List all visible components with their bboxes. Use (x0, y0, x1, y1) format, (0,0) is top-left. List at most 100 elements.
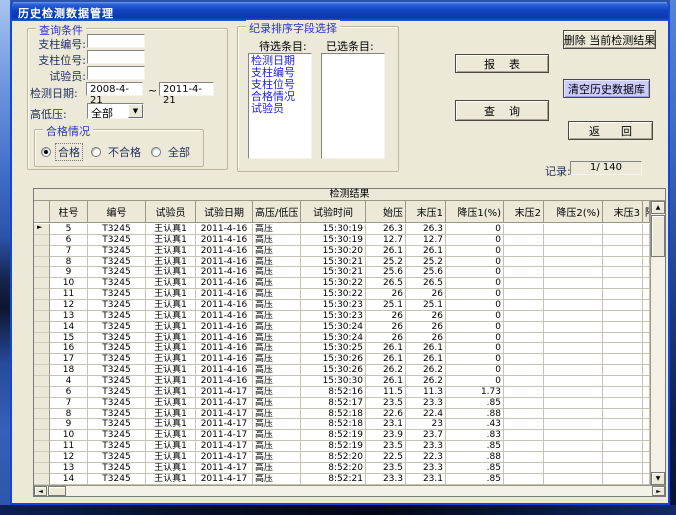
cell[interactable]: 2011-4-17 (196, 398, 253, 409)
cell[interactable] (603, 452, 643, 463)
scroll-left-arrow-icon[interactable]: ◄ (34, 486, 47, 496)
cell[interactable]: T3245 (88, 387, 146, 398)
cell[interactable]: .43 (446, 419, 504, 430)
cell[interactable]: 2011-4-17 (196, 419, 253, 430)
cell[interactable]: 高压 (253, 441, 301, 452)
report-button[interactable]: 报 表 (455, 54, 549, 73)
cell[interactable]: T3245 (88, 311, 146, 322)
cell[interactable]: .85 (446, 463, 504, 474)
cell[interactable]: 8:52:20 (301, 463, 366, 474)
row-selector[interactable] (34, 387, 50, 398)
cell[interactable]: 26 (406, 311, 446, 322)
radio-all[interactable]: 全部 (151, 143, 193, 161)
available-items-listbox[interactable]: 检测日期 支柱编号 支柱位号 合格情况 试验员 (248, 53, 312, 159)
radio-unqualified[interactable]: 不合格 (91, 143, 144, 161)
cell[interactable]: 26.1 (366, 376, 406, 387)
cell[interactable]: 0 (446, 311, 504, 322)
cell[interactable]: 0 (446, 235, 504, 246)
cell[interactable]: 15:30:19 (301, 235, 366, 246)
cell[interactable]: 7 (50, 246, 88, 257)
date-to-input[interactable]: 2011-4-21 (159, 82, 214, 96)
cell[interactable]: 王认真1 (146, 376, 196, 387)
cell[interactable]: 王认真1 (146, 235, 196, 246)
cell[interactable]: 23.3 (406, 463, 446, 474)
cell[interactable]: T3245 (88, 474, 146, 485)
cell[interactable]: 26.1 (366, 343, 406, 354)
cell[interactable]: 2011-4-17 (196, 441, 253, 452)
cell[interactable]: 0 (446, 333, 504, 344)
cell[interactable] (504, 257, 544, 268)
cell[interactable] (603, 409, 643, 420)
row-selector[interactable] (34, 343, 50, 354)
table-row[interactable]: 11T3245王认真12011-4-17高压8:52:1923.523.3.85 (34, 441, 650, 452)
cell[interactable] (643, 365, 650, 376)
cell[interactable]: 2011-4-17 (196, 452, 253, 463)
scroll-up-arrow-icon[interactable]: ▲ (651, 201, 665, 214)
cell[interactable]: 23 (406, 419, 446, 430)
cell[interactable] (504, 289, 544, 300)
cell[interactable]: 6 (50, 387, 88, 398)
cell[interactable]: .83 (446, 430, 504, 441)
cell[interactable] (603, 246, 643, 257)
cell[interactable]: 高压 (253, 289, 301, 300)
cell[interactable]: 14 (50, 322, 88, 333)
cell[interactable] (504, 278, 544, 289)
row-selector[interactable] (34, 354, 50, 365)
radio-qualified[interactable]: 合格 (41, 143, 83, 161)
row-selector[interactable] (34, 246, 50, 257)
cell[interactable]: T3245 (88, 419, 146, 430)
cell[interactable]: 25.2 (366, 257, 406, 268)
table-row[interactable]: 6T3245王认真12011-4-16高压15:30:1912.712.70 (34, 235, 650, 246)
cell[interactable] (603, 322, 643, 333)
cell[interactable]: 高压 (253, 474, 301, 485)
cell[interactable]: 王认真1 (146, 257, 196, 268)
cell[interactable]: 16 (50, 343, 88, 354)
cell[interactable]: 22.5 (366, 452, 406, 463)
cell[interactable]: 2011-4-17 (196, 409, 253, 420)
cell[interactable]: 2011-4-16 (196, 300, 253, 311)
cell[interactable] (603, 300, 643, 311)
cell[interactable] (643, 387, 650, 398)
cell[interactable]: .88 (446, 452, 504, 463)
cell[interactable]: 2011-4-16 (196, 365, 253, 376)
cell[interactable]: T3245 (88, 354, 146, 365)
row-selector[interactable] (34, 267, 50, 278)
cell[interactable] (504, 311, 544, 322)
cell[interactable]: 8:52:19 (301, 441, 366, 452)
table-row[interactable]: 12T3245王认真12011-4-16高压15:30:2325.125.10 (34, 300, 650, 311)
cell[interactable] (643, 419, 650, 430)
cell[interactable]: 高压 (253, 333, 301, 344)
cell[interactable] (504, 267, 544, 278)
row-selector[interactable] (34, 235, 50, 246)
cell[interactable]: 25.1 (366, 300, 406, 311)
cell[interactable]: 王认真1 (146, 441, 196, 452)
cell[interactable] (643, 343, 650, 354)
cell[interactable]: 2011-4-17 (196, 474, 253, 485)
cell[interactable]: 11 (50, 289, 88, 300)
cell[interactable]: 26 (366, 333, 406, 344)
cell[interactable]: 0 (446, 246, 504, 257)
cell[interactable]: 高压 (253, 398, 301, 409)
cell[interactable]: 2011-4-16 (196, 224, 253, 235)
cell[interactable] (603, 343, 643, 354)
table-row[interactable]: 13T3245王认真12011-4-16高压15:30:2326260 (34, 311, 650, 322)
cell[interactable]: 12 (50, 452, 88, 463)
cell[interactable]: T3245 (88, 430, 146, 441)
cell[interactable] (544, 365, 603, 376)
cell[interactable]: 15:30:22 (301, 278, 366, 289)
delete-current-result-button[interactable]: 删除 当前检测结果 (563, 30, 656, 49)
row-selector[interactable] (34, 419, 50, 430)
cell[interactable]: 高压 (253, 257, 301, 268)
cell[interactable]: 王认真1 (146, 343, 196, 354)
cell[interactable]: 9 (50, 419, 88, 430)
cell[interactable]: 2011-4-17 (196, 463, 253, 474)
cell[interactable] (643, 398, 650, 409)
cell[interactable] (643, 278, 650, 289)
row-selector[interactable] (34, 300, 50, 311)
cell[interactable]: 8:52:18 (301, 419, 366, 430)
cell[interactable]: 0 (446, 267, 504, 278)
window-titlebar[interactable]: 历史检测数据管理 (12, 2, 668, 21)
cell[interactable] (504, 387, 544, 398)
cell[interactable] (504, 343, 544, 354)
cell[interactable]: 23.7 (406, 430, 446, 441)
